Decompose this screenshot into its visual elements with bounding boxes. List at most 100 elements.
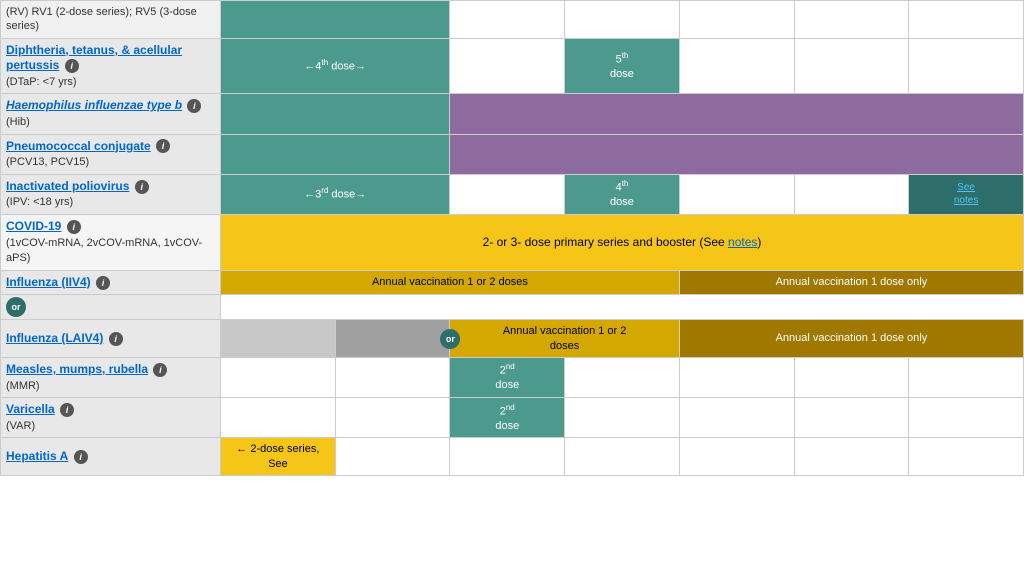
table-row: Measles, mumps, rubella i (MMR) 2nddose xyxy=(1,357,1024,397)
pcv-sub: (PCV13, PCV15) xyxy=(6,156,89,168)
hib-link[interactable]: Haemophilus influenzae type b xyxy=(6,98,182,112)
fluiiv-info-icon[interactable]: i xyxy=(96,276,110,290)
fluiiv-vaccine-cell: Influenza (IIV4) i xyxy=(1,270,221,295)
hepa-link[interactable]: Hepatitis A xyxy=(6,449,68,463)
hib-purple xyxy=(450,94,1024,134)
ipv-3rd-dose: ←3rd dose→ xyxy=(221,174,450,214)
hib-vaccine-cell: Haemophilus influenzae type b i (Hib) xyxy=(1,94,221,134)
rv-cell-4 xyxy=(679,1,794,39)
table-row: Diphtheria, tetanus, & acellular pertuss… xyxy=(1,38,1024,94)
dtap-empty-2 xyxy=(679,38,794,94)
hepa-empty-1 xyxy=(335,438,450,476)
ipv-see-notes[interactable]: Seenotes xyxy=(909,174,1024,214)
varicella-info-icon[interactable]: i xyxy=(60,403,74,417)
var-empty-5 xyxy=(794,398,909,438)
covid-link[interactable]: COVID-19 xyxy=(6,219,61,233)
mmr-2nd-dose: 2nddose xyxy=(450,357,565,397)
mmr-empty-3 xyxy=(565,357,680,397)
laiv-or-badge: or xyxy=(440,329,460,349)
hepa-empty-4 xyxy=(679,438,794,476)
table-row: Pneumococcal conjugate i (PCV13, PCV15) xyxy=(1,134,1024,174)
var-empty-6 xyxy=(909,398,1024,438)
table-row: Influenza (LAIV4) i or Annual vaccinatio… xyxy=(1,320,1024,358)
ipv-empty-2 xyxy=(679,174,794,214)
mmr-empty-5 xyxy=(794,357,909,397)
table-row: Influenza (IIV4) i Annual vaccination 1 … xyxy=(1,270,1024,295)
mmr-vaccine-cell: Measles, mumps, rubella i (MMR) xyxy=(1,357,221,397)
rv-cell-5 xyxy=(794,1,909,39)
vaccine-schedule-table: (RV) RV1 (2-dose series); RV5 (3-dose se… xyxy=(0,0,1024,476)
pcv-info-icon[interactable]: i xyxy=(156,139,170,153)
ipv-4th-dose: 4thdose xyxy=(565,174,680,214)
rv-cell-1 xyxy=(221,1,450,39)
or-label: or xyxy=(1,295,221,320)
covid-info-icon[interactable]: i xyxy=(67,220,81,234)
or-row: or xyxy=(1,295,1024,320)
mmr-sub: (MMR) xyxy=(6,380,40,392)
pcv-link[interactable]: Pneumococcal conjugate xyxy=(6,139,151,153)
mmr-empty-2 xyxy=(335,357,450,397)
hepa-empty-5 xyxy=(794,438,909,476)
table-row: COVID-19 i (1vCOV-mRNA, 2vCOV-mRNA, 1vCO… xyxy=(1,214,1024,270)
var-2nd-dose: 2nddose xyxy=(450,398,565,438)
mmr-empty-1 xyxy=(221,357,336,397)
flulaiv-dose-1-2: or Annual vaccination 1 or 2doses xyxy=(450,320,679,358)
covid-schedule: 2- or 3- dose primary series and booster… xyxy=(221,214,1024,270)
dtap-sub: (DTaP: <7 yrs) xyxy=(6,76,77,88)
dtap-info-icon[interactable]: i xyxy=(65,59,79,73)
dtap-vaccine-cell: Diphtheria, tetanus, & acellular pertuss… xyxy=(1,38,221,94)
rv-cell-2 xyxy=(450,1,565,39)
dtap-link[interactable]: Diphtheria, tetanus, & acellular pertuss… xyxy=(6,43,182,73)
hib-sub: (Hib) xyxy=(6,116,30,128)
pcv-teal xyxy=(221,134,450,174)
var-empty-2 xyxy=(335,398,450,438)
dtap-empty-1 xyxy=(450,38,565,94)
hib-info-icon[interactable]: i xyxy=(187,99,201,113)
var-empty-1 xyxy=(221,398,336,438)
table-row: Varicella i (VAR) 2nddose xyxy=(1,398,1024,438)
ipv-info-icon[interactable]: i xyxy=(135,180,149,194)
dtap-4th-dose: ←4th dose→ xyxy=(221,38,450,94)
fluiiv-link[interactable]: Influenza (IIV4) xyxy=(6,275,91,289)
fluiiv-dose-1: Annual vaccination 1 dose only xyxy=(679,270,1023,295)
rv-cell-6 xyxy=(909,1,1024,39)
dtap-5th-dose: 5thdose xyxy=(565,38,680,94)
flulaiv-link[interactable]: Influenza (LAIV4) xyxy=(6,331,103,345)
flulaiv-vaccine-cell: Influenza (LAIV4) i xyxy=(1,320,221,358)
hepa-dose-series: ← 2-dose series, See xyxy=(221,438,336,476)
pcv-purple xyxy=(450,134,1024,174)
var-empty-3 xyxy=(565,398,680,438)
flulaiv-gray-1 xyxy=(221,320,336,358)
table-row: Hepatitis A i ← 2-dose series, See xyxy=(1,438,1024,476)
fluiiv-dose-1-2: Annual vaccination 1 or 2 doses xyxy=(221,270,680,295)
flulaiv-gray-2 xyxy=(335,320,450,358)
mmr-info-icon[interactable]: i xyxy=(153,363,167,377)
covid-vaccine-cell: COVID-19 i (1vCOV-mRNA, 2vCOV-mRNA, 1vCO… xyxy=(1,214,221,270)
hepa-info-icon[interactable]: i xyxy=(74,450,88,464)
flulaiv-dose-1: Annual vaccination 1 dose only xyxy=(679,320,1023,358)
varicella-link[interactable]: Varicella xyxy=(6,402,55,416)
hepa-vaccine-cell: Hepatitis A i xyxy=(1,438,221,476)
ipv-link[interactable]: Inactivated poliovirus xyxy=(6,179,129,193)
covid-notes-link[interactable]: notes xyxy=(728,235,757,249)
dtap-empty-4 xyxy=(909,38,1024,94)
table-row: Haemophilus influenzae type b i (Hib) xyxy=(1,94,1024,134)
flulaiv-info-icon[interactable]: i xyxy=(109,332,123,346)
varicella-sub: (VAR) xyxy=(6,420,35,432)
varicella-vaccine-cell: Varicella i (VAR) xyxy=(1,398,221,438)
or-spacer xyxy=(221,295,1024,320)
hepa-empty-2 xyxy=(450,438,565,476)
rv-label: (RV) RV1 (2-dose series); RV5 (3-dose se… xyxy=(1,1,221,39)
covid-sub: (1vCOV-mRNA, 2vCOV-mRNA, 1vCOV-aPS) xyxy=(6,237,202,265)
mmr-link[interactable]: Measles, mumps, rubella xyxy=(6,362,148,376)
ipv-empty-3 xyxy=(794,174,909,214)
var-empty-4 xyxy=(679,398,794,438)
hepa-empty-6 xyxy=(909,438,1024,476)
hib-teal xyxy=(221,94,450,134)
mmr-empty-4 xyxy=(679,357,794,397)
mmr-empty-6 xyxy=(909,357,1024,397)
pcv-vaccine-cell: Pneumococcal conjugate i (PCV13, PCV15) xyxy=(1,134,221,174)
dtap-empty-3 xyxy=(794,38,909,94)
or-badge: or xyxy=(6,297,26,317)
ipv-empty-1 xyxy=(450,174,565,214)
